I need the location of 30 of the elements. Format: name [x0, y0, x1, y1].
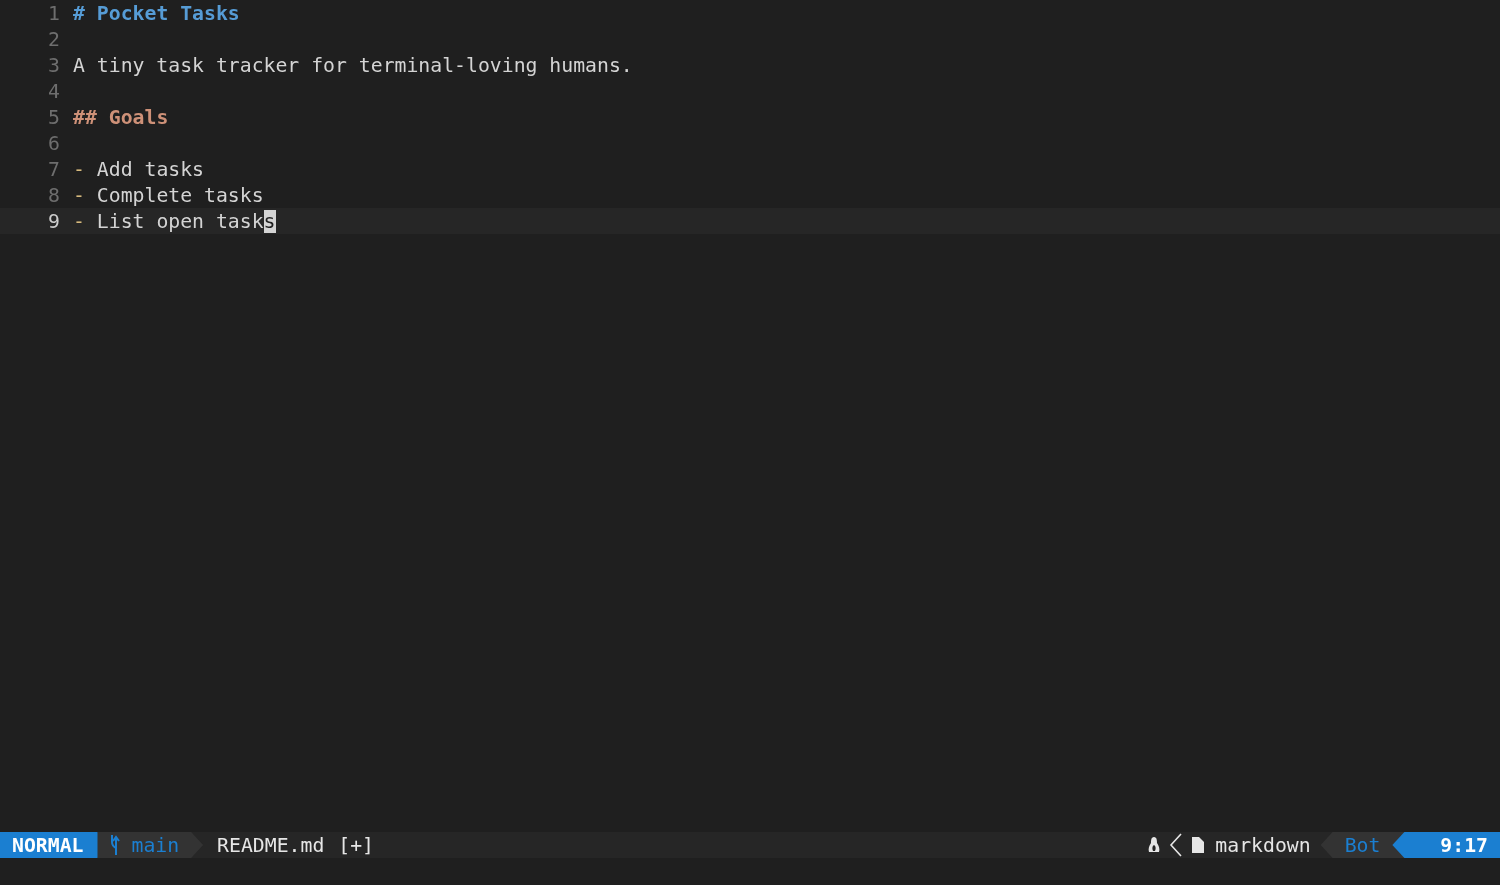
- modified-indicator-text: [+]: [338, 833, 375, 857]
- file-name: README.md: [217, 833, 325, 857]
- line-number: 3: [47, 53, 60, 77]
- file-type: markdown: [1215, 833, 1311, 857]
- markdown-marker: -: [73, 157, 85, 181]
- markdown-marker: #: [73, 1, 85, 25]
- text-cursor: s: [263, 209, 276, 233]
- cursor-position: 9:17: [1392, 832, 1500, 858]
- list-item-text: Complete tasks: [96, 183, 264, 207]
- list-item-text: List open task: [96, 209, 264, 233]
- markdown-marker: ##: [73, 105, 97, 129]
- heading-text: Pocket Tasks: [96, 1, 240, 25]
- heading-text: Goals: [108, 105, 169, 129]
- markdown-marker: -: [73, 183, 85, 207]
- line-number: 9: [47, 209, 60, 233]
- file-icon: [1191, 836, 1206, 854]
- markdown-marker: -: [73, 209, 85, 233]
- line-number: 5: [47, 105, 60, 129]
- penguin-icon: [1147, 836, 1162, 854]
- line-number: 6: [47, 131, 60, 155]
- list-item-text: Add tasks: [96, 157, 205, 181]
- line-number: 1: [47, 1, 60, 25]
- line-number: 2: [47, 27, 60, 51]
- chevron-left-icon: [1169, 833, 1184, 857]
- branch-name: main: [131, 833, 180, 857]
- line-number: 8: [47, 183, 60, 207]
- line-number: 7: [47, 157, 60, 181]
- line-number: 4: [47, 79, 60, 103]
- paragraph-text: A tiny task tracker for terminal-loving humans.: [73, 53, 633, 77]
- git-branch-icon: [109, 834, 122, 856]
